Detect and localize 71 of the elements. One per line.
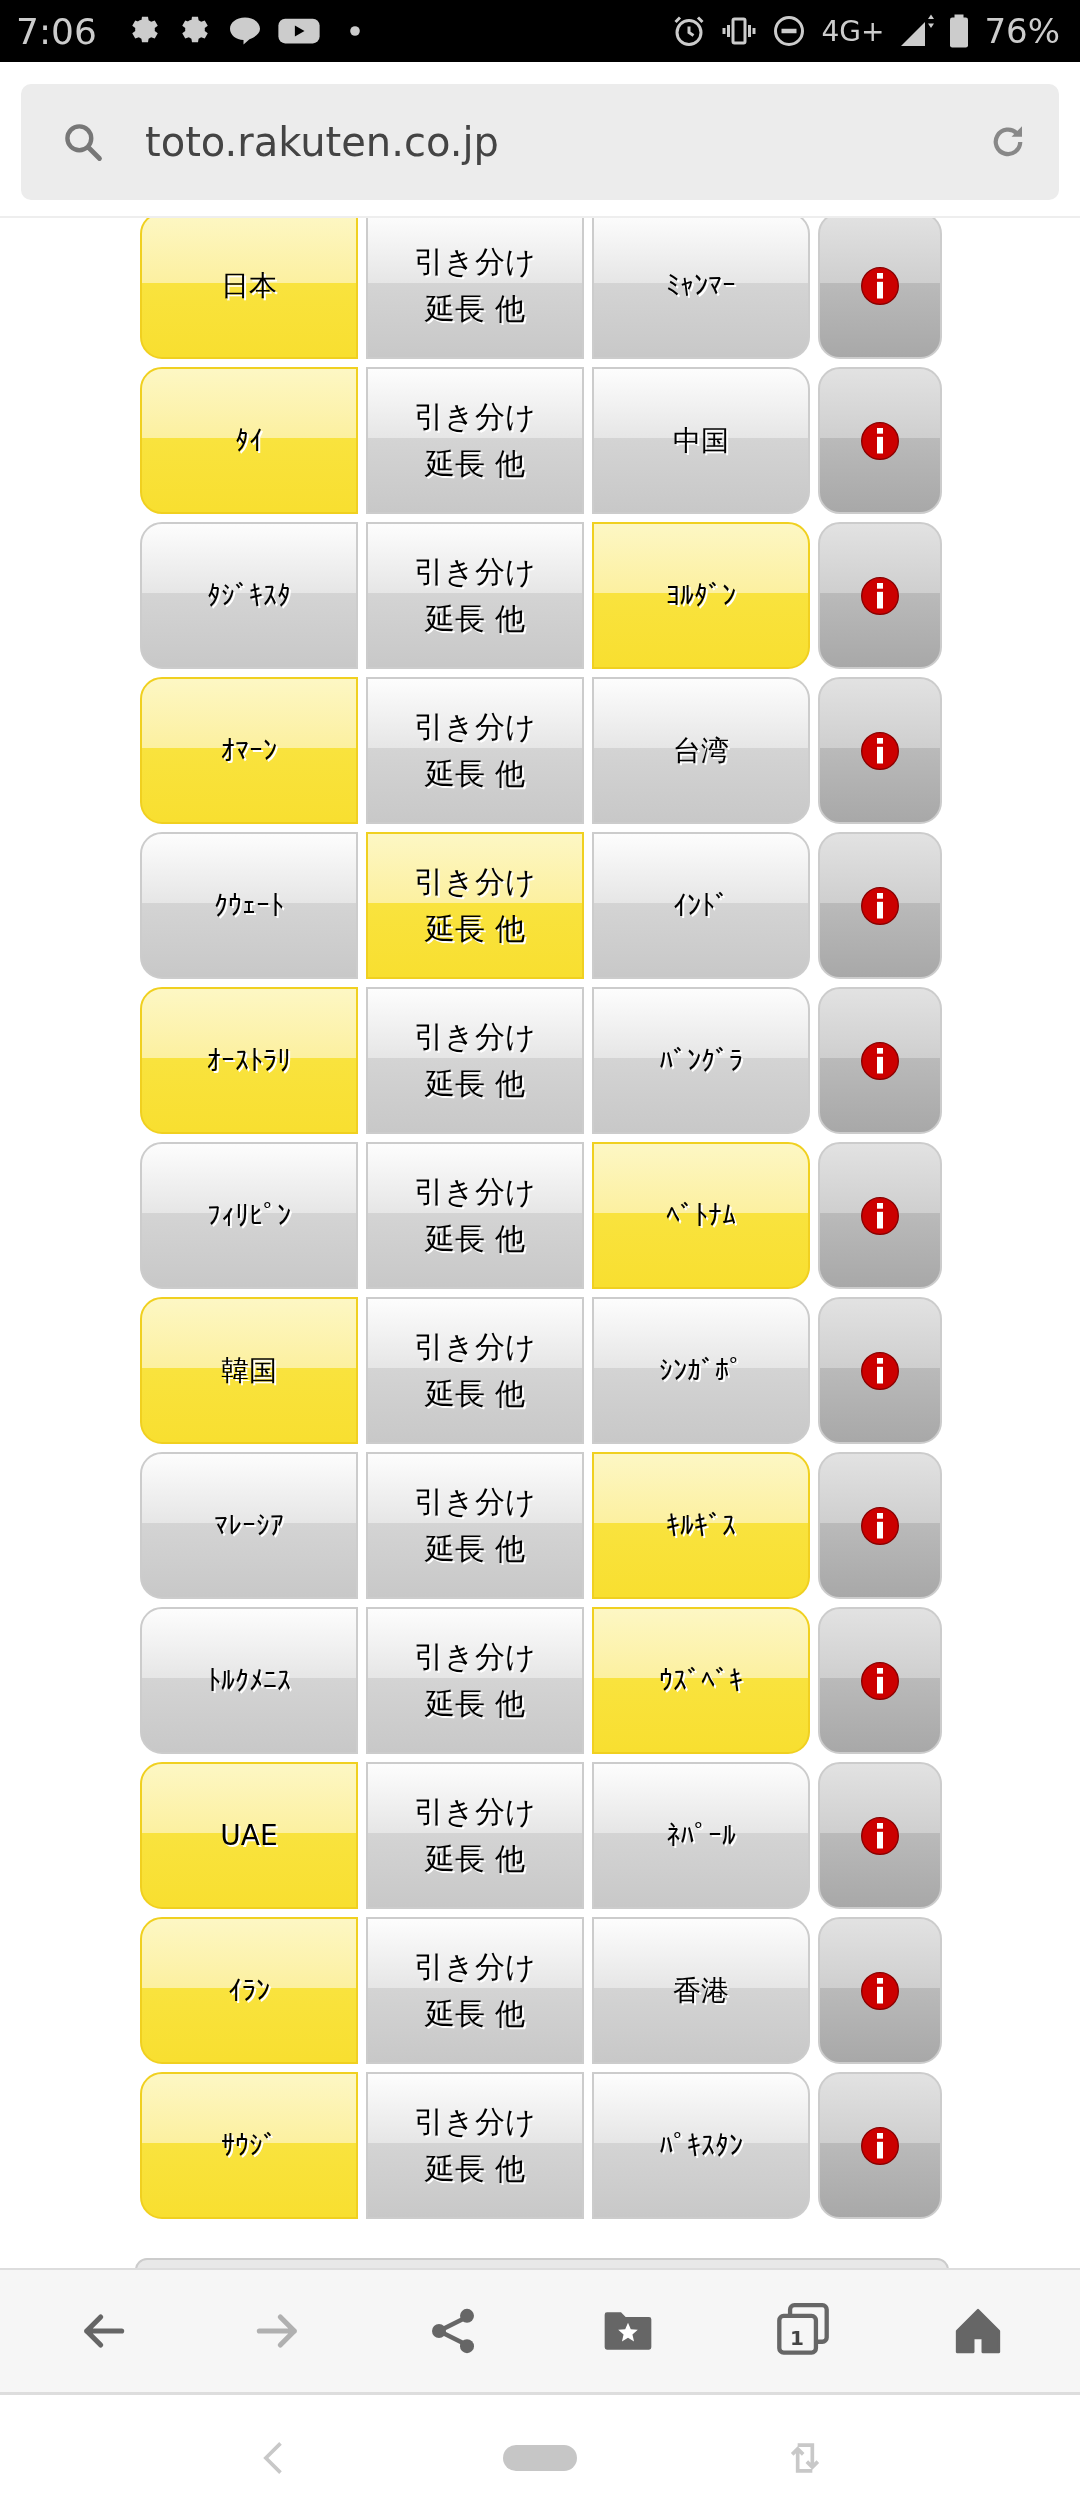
team-option-button[interactable]: ﾐｬﾝﾏｰ — [592, 218, 810, 359]
team-option-button[interactable]: ｸｳｪｰﾄ — [140, 832, 358, 979]
team-option-button[interactable]: ﾖﾙﾀﾞﾝ — [592, 522, 810, 669]
team-option-button[interactable]: ﾊﾞﾝｸﾞﾗ — [592, 987, 810, 1134]
info-icon — [860, 265, 900, 306]
info-button[interactable] — [818, 677, 942, 824]
draw-option-button[interactable]: 引き分け 延長 他 — [366, 832, 584, 979]
team-option-button[interactable]: ｵｰｽﾄﾗﾘ — [140, 987, 358, 1134]
info-icon — [860, 1660, 900, 1701]
team-option-button[interactable]: 日本 — [140, 218, 358, 359]
address-bar[interactable]: toto.rakuten.co.jp — [21, 84, 1059, 200]
clock-time: 7:06 — [16, 10, 97, 52]
team-option-button[interactable]: ｻｳｼﾞ — [140, 2072, 358, 2219]
info-icon — [860, 1195, 900, 1236]
info-button[interactable] — [818, 1762, 942, 1909]
draw-option-button[interactable]: 引き分け 延長 他 — [366, 677, 584, 824]
draw-option-button[interactable]: 引き分け 延長 他 — [366, 1762, 584, 1909]
draw-option-button[interactable]: 引き分け 延長 他 — [366, 1452, 584, 1599]
info-icon — [860, 1970, 900, 2011]
draw-option-button[interactable]: 引き分け 延長 他 — [366, 987, 584, 1134]
team-option-button[interactable]: ｵﾏｰﾝ — [140, 677, 358, 824]
info-button[interactable] — [818, 987, 942, 1134]
info-icon — [860, 1350, 900, 1391]
battery-icon — [948, 13, 971, 49]
draw-option-button[interactable]: 引き分け 延長 他 — [366, 1607, 584, 1754]
team-option-button[interactable]: 台湾 — [592, 677, 810, 824]
team-option-button[interactable]: ﾊﾟｷｽﾀﾝ — [592, 2072, 810, 2219]
battery-percent: 76% — [984, 11, 1060, 51]
info-icon — [860, 575, 900, 616]
notification-dot-icon — [348, 25, 361, 37]
info-icon — [860, 730, 900, 771]
info-icon — [860, 1815, 900, 1856]
team-option-button[interactable]: ｷﾙｷﾞｽ — [592, 1452, 810, 1599]
info-button[interactable] — [818, 2072, 942, 2219]
info-icon — [860, 1505, 900, 1546]
network-type: 4G+ — [821, 14, 885, 48]
team-option-button[interactable]: ﾏﾚｰｼｱ — [140, 1452, 358, 1599]
team-option-button[interactable]: ﾄﾙｸﾒﾆｽ — [140, 1607, 358, 1754]
team-option-button[interactable]: 韓国 — [140, 1297, 358, 1444]
team-option-button[interactable]: ｳｽﾞﾍﾞｷ — [592, 1607, 810, 1754]
draw-option-button[interactable]: 引き分け 延長 他 — [366, 1297, 584, 1444]
team-option-button[interactable]: ｲﾝﾄﾞ — [592, 832, 810, 979]
draw-option-button[interactable]: 引き分け 延長 他 — [366, 1917, 584, 2064]
info-icon — [860, 420, 900, 461]
info-button[interactable] — [818, 1297, 942, 1444]
draw-option-button[interactable]: 引き分け 延長 他 — [366, 367, 584, 514]
info-icon — [860, 885, 900, 926]
info-icon — [860, 1040, 900, 1081]
team-option-button[interactable]: ﾀｲ — [140, 367, 358, 514]
info-button[interactable] — [818, 1607, 942, 1754]
team-option-button[interactable]: 香港 — [592, 1917, 810, 2064]
team-option-button[interactable]: ｲﾗﾝ — [140, 1917, 358, 2064]
info-button[interactable] — [818, 1452, 942, 1599]
draw-option-button[interactable]: 引き分け 延長 他 — [366, 2072, 584, 2219]
info-button[interactable] — [818, 218, 942, 359]
info-button[interactable] — [818, 367, 942, 514]
team-option-button[interactable]: 中国 — [592, 367, 810, 514]
info-icon — [860, 2125, 900, 2166]
info-button[interactable] — [818, 1917, 942, 2064]
info-button[interactable] — [818, 1142, 942, 1289]
team-option-button[interactable]: ﾌｨﾘﾋﾟﾝ — [140, 1142, 358, 1289]
info-button[interactable] — [818, 832, 942, 979]
draw-option-button[interactable]: 引き分け 延長 他 — [366, 1142, 584, 1289]
info-button[interactable] — [818, 522, 942, 669]
draw-option-button[interactable]: 引き分け 延長 他 — [366, 218, 584, 359]
team-option-button[interactable]: ﾈﾊﾟｰﾙ — [592, 1762, 810, 1909]
team-option-button[interactable]: ｼﾝｶﾞﾎﾟ — [592, 1297, 810, 1444]
team-option-button[interactable]: ﾀｼﾞｷｽﾀ — [140, 522, 358, 669]
team-option-button[interactable]: UAE — [140, 1762, 358, 1909]
draw-option-button[interactable]: 引き分け 延長 他 — [366, 522, 584, 669]
team-option-button[interactable]: ﾍﾞﾄﾅﾑ — [592, 1142, 810, 1289]
